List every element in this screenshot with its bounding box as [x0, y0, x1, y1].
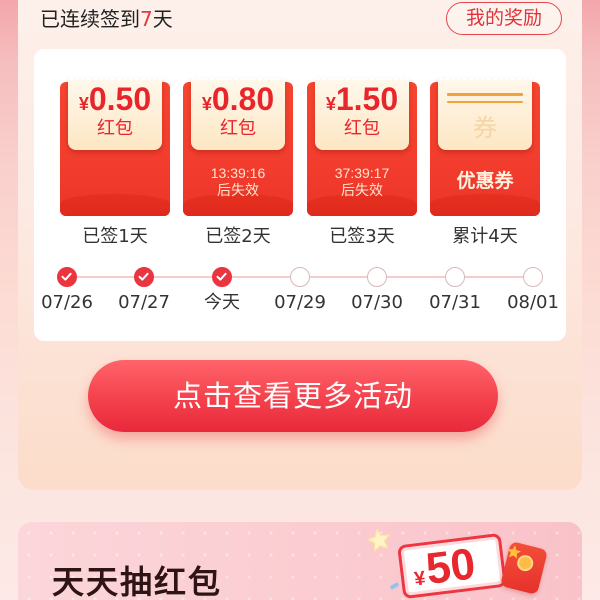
expire-label: 后失效 — [341, 183, 383, 199]
amount-value: 0.80 — [211, 81, 275, 117]
prize-amount-line: ¥50 — [411, 539, 478, 594]
timeline-dot — [523, 267, 543, 287]
reward-day-4[interactable]: 券 优惠券 累计4天 — [430, 78, 540, 250]
envelope-flap — [60, 194, 170, 216]
reward-type: 红包 — [97, 118, 133, 139]
voucher-envelope-icon: 券 优惠券 — [430, 78, 540, 216]
countdown-timer: 37:39:17 — [334, 165, 390, 181]
voucher-ticket: 券 — [438, 78, 532, 150]
timeline-date: 07/30 — [351, 292, 403, 313]
currency-symbol: ¥ — [78, 94, 89, 114]
reward-day-3[interactable]: ¥1.50 红包 37:39:17 后失效 已签3天 — [307, 78, 417, 250]
reward-caption: 已签3天 — [329, 226, 395, 247]
reward-type: 红包 — [344, 118, 380, 139]
timeline-date: 07/26 — [41, 292, 93, 313]
timeline-dot — [134, 267, 154, 287]
coupon-ticket: ¥0.50 红包 — [68, 78, 162, 150]
check-icon — [138, 272, 149, 281]
promo-title: 天天抽红包 — [52, 563, 223, 600]
red-envelope-icon: ¥0.50 红包 — [60, 78, 170, 216]
check-icon — [216, 272, 227, 281]
timeline-date: 07/31 — [429, 292, 481, 313]
streak-prefix: 已连续签到 — [40, 7, 140, 31]
red-envelope-icon: ¥1.50 红包 37:39:17 后失效 — [307, 78, 417, 216]
red-envelope-icon: ¥0.80 红包 13:39:16 后失效 — [183, 78, 293, 216]
timeline-step: 08/01 — [498, 264, 568, 316]
timeline-date: 07/29 — [274, 292, 326, 313]
coupon-ticket: ¥0.80 红包 — [191, 78, 285, 150]
signin-page: 已连续签到7天 我的奖励 ¥0.50 红包 已签1天 ¥0.80 红包 13:3… — [0, 0, 600, 600]
reward-caption: 累计4天 — [452, 226, 518, 247]
voucher-stripe — [447, 93, 523, 96]
star-icon — [507, 545, 521, 559]
timeline-step: 07/30 — [342, 264, 412, 316]
signin-streak: 已连续签到7天 — [40, 5, 173, 33]
prize-currency: ¥ — [413, 567, 427, 591]
amount-value: 1.50 — [335, 81, 399, 117]
timeline-date: 今天 — [204, 292, 240, 313]
timeline-date: 07/27 — [118, 292, 170, 313]
timeline-step: 07/31 — [420, 264, 490, 316]
reward-day-1[interactable]: ¥0.50 红包 已签1天 — [60, 78, 170, 250]
reward-type: 优惠券 — [456, 170, 514, 192]
timeline-dot — [57, 267, 77, 287]
voucher-stripe — [447, 101, 523, 103]
timeline-dot — [212, 267, 232, 287]
timeline-dot — [445, 267, 465, 287]
timeline-step: 07/29 — [265, 264, 335, 316]
streak-suffix: 天 — [152, 7, 173, 31]
reward-day-2[interactable]: ¥0.80 红包 13:39:16 后失效 已签2天 — [183, 78, 293, 250]
signin-timeline: 07/26 07/27 今天 07/29 07/30 07/31 08/01 — [34, 264, 566, 324]
more-activities-button[interactable]: 点击查看更多活动 — [88, 360, 498, 432]
reward-type: 红包 — [220, 118, 256, 139]
signin-panel: 已连续签到7天 我的奖励 ¥0.50 红包 已签1天 ¥0.80 红包 13:3… — [18, 0, 582, 490]
countdown-timer: 13:39:16 — [210, 165, 266, 181]
amount-value: 0.50 — [88, 81, 152, 117]
my-rewards-button[interactable]: 我的奖励 — [446, 2, 562, 35]
timeline-dot — [367, 267, 387, 287]
check-icon — [61, 272, 72, 281]
reward-caption: 已签2天 — [205, 226, 271, 247]
timeline-dot — [290, 267, 310, 287]
currency-symbol: ¥ — [325, 94, 336, 114]
prize-amount: 50 — [423, 539, 478, 594]
timeline-step: 07/27 — [109, 264, 179, 316]
timeline-step: 今天 — [187, 264, 257, 316]
coupon-ticket: ¥1.50 红包 — [315, 78, 409, 150]
daily-lucky-draw-banner[interactable]: 天天抽红包 ¥50 — [18, 522, 582, 600]
timeline-step: 07/26 — [32, 264, 102, 316]
expire-label: 后失效 — [217, 183, 259, 199]
star-icon — [367, 528, 390, 552]
timeline-date: 08/01 — [507, 292, 559, 313]
voucher-watermark: 券 — [473, 114, 497, 142]
reward-card: ¥0.50 红包 已签1天 ¥0.80 红包 13:39:16 后失效 已签2天… — [34, 49, 566, 341]
reward-caption: 已签1天 — [82, 226, 148, 247]
currency-symbol: ¥ — [201, 94, 212, 114]
envelope-flap — [430, 194, 540, 216]
streak-days: 7 — [140, 7, 153, 31]
